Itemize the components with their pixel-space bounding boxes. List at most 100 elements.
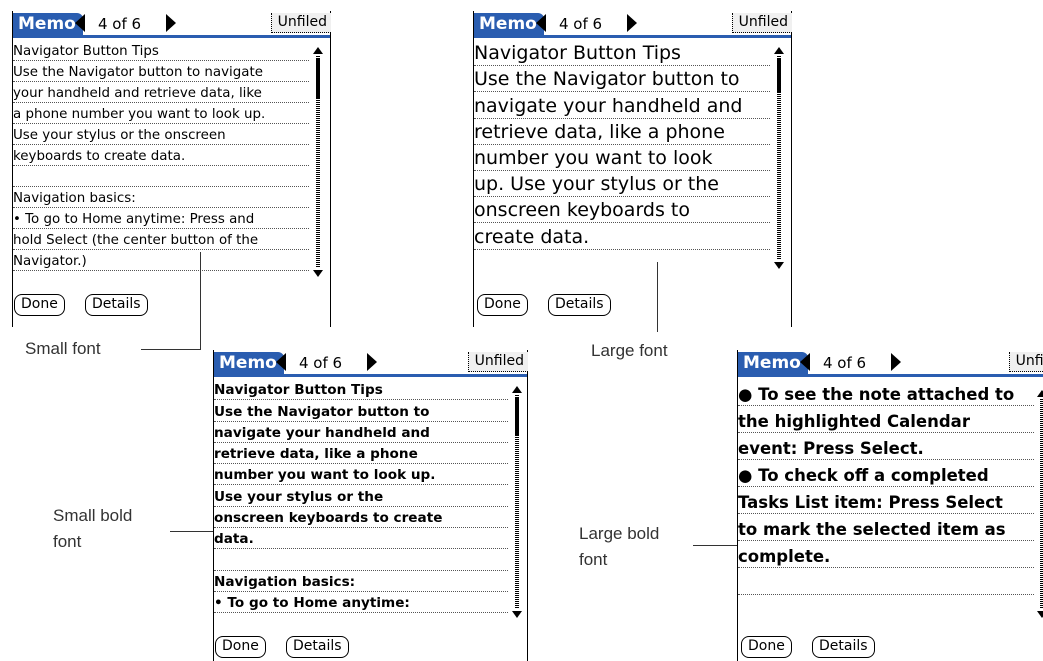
next-memo-arrow-icon[interactable] xyxy=(166,14,176,32)
memo-text: hold Select (the center button of the xyxy=(13,233,259,248)
scrollbar[interactable] xyxy=(1037,390,1043,618)
memo-text: number you want to look up. xyxy=(214,467,436,484)
category-selector[interactable]: Unfiled xyxy=(1008,352,1043,372)
previous-memo-arrow-icon[interactable] xyxy=(800,353,810,371)
memo-text: retrieve data, like a phone xyxy=(214,446,418,463)
details-button[interactable]: Details xyxy=(286,636,349,658)
memo-body[interactable]: ● To see the note attached to the highlig… xyxy=(738,379,1034,595)
callout-small-bold-font-line2: font xyxy=(53,532,82,551)
memo-text: Use the Navigator button to xyxy=(474,68,740,91)
done-button[interactable]: Done xyxy=(477,294,528,316)
details-button[interactable]: Details xyxy=(85,294,148,316)
memo-body[interactable]: Navigator Button Tips Use the Navigator b… xyxy=(13,40,309,271)
title-bar: Memo 4 of 6 Unfiled xyxy=(13,11,331,38)
memo-text: Use your stylus or the onscreen xyxy=(13,128,226,143)
memo-text: onscreen keyboards to xyxy=(474,199,691,222)
category-selector[interactable]: Unfiled xyxy=(467,352,528,372)
previous-memo-arrow-icon[interactable] xyxy=(536,14,546,32)
memo-text-line: event: Press Select. xyxy=(738,433,1034,460)
memo-text: Tasks List item: Press Select xyxy=(738,493,1003,512)
memo-body[interactable]: Navigator Button Tips Use the Navigator b… xyxy=(474,40,770,250)
memo-text: Use the Navigator button to navigate xyxy=(13,65,263,80)
title-bar: Memo 4 of 6 Unfiled xyxy=(474,11,792,38)
done-button[interactable]: Done xyxy=(14,294,65,316)
scroll-thumb[interactable] xyxy=(316,59,320,99)
memo-text: • To go to Home anytime: xyxy=(214,595,410,612)
memo-text-line: Use the Navigator button to xyxy=(474,66,770,93)
memo-text-line: Use your stylus or the onscreen xyxy=(13,124,309,145)
memo-text-line: navigate your handheld and xyxy=(214,422,508,443)
scroll-up-arrow-icon[interactable] xyxy=(774,47,784,54)
leader-line xyxy=(141,349,201,350)
leader-line xyxy=(657,262,658,332)
memo-text: Use your stylus or the xyxy=(214,488,384,505)
scrollbar[interactable] xyxy=(774,47,784,269)
memo-text: Navigator Button Tips xyxy=(214,382,383,399)
scroll-up-arrow-icon[interactable] xyxy=(512,386,522,393)
memo-text-line: Navigation basics: xyxy=(13,187,309,208)
memo-text: keyboards to create data. xyxy=(13,149,186,164)
memo-screen-large-font: Memo 4 of 6 Unfiled Navigator Button Tip… xyxy=(473,11,792,327)
memo-text: Navigation basics: xyxy=(13,191,136,206)
memo-text-line: to mark the selected item as xyxy=(738,514,1034,541)
memo-text-line xyxy=(738,568,1034,595)
category-selector[interactable]: Unfiled xyxy=(731,13,792,33)
memo-text: the highlighted Calendar xyxy=(738,412,970,431)
memo-text: navigate your handheld and xyxy=(474,94,743,117)
memo-text: up. Use your stylus or the xyxy=(474,173,719,196)
done-button[interactable]: Done xyxy=(215,636,266,658)
memo-text-line: retrieve data, like a phone xyxy=(474,119,770,145)
scroll-thumb[interactable] xyxy=(777,59,781,93)
memo-text-line: complete. xyxy=(738,541,1034,568)
memo-text-line: keyboards to create data. xyxy=(13,145,309,166)
memo-app-tab[interactable]: Memo xyxy=(474,13,544,35)
memo-text-line: Navigator.) xyxy=(13,250,309,271)
memo-counter: 4 of 6 xyxy=(98,15,142,33)
memo-text-line xyxy=(214,549,508,571)
scroll-down-arrow-icon[interactable] xyxy=(512,611,522,618)
memo-screen-large-bold-font: Memo 4 of 6 Unfiled ● To see the note at… xyxy=(737,350,1043,661)
memo-text: a phone number you want to look up. xyxy=(13,107,266,122)
memo-text: Navigator Button Tips xyxy=(474,42,681,65)
done-button[interactable]: Done xyxy=(741,636,792,658)
title-rule xyxy=(13,35,330,38)
callout-large-bold-font-line1: Large bold xyxy=(579,524,660,543)
next-memo-arrow-icon[interactable] xyxy=(627,14,637,32)
memo-text: create data. xyxy=(474,225,590,248)
title-rule xyxy=(738,374,1043,377)
memo-text: retrieve data, like a phone xyxy=(474,120,725,143)
memo-text-line: Navigator Button Tips xyxy=(13,40,309,61)
memo-text-line: Use the Navigator button to xyxy=(214,400,508,422)
memo-text: Navigator.) xyxy=(13,254,87,269)
previous-memo-arrow-icon[interactable] xyxy=(75,14,85,32)
scroll-down-arrow-icon[interactable] xyxy=(774,262,784,269)
memo-text-line: • To go to Home anytime: xyxy=(214,592,508,614)
memo-text: Navigator Button Tips xyxy=(13,44,159,59)
scroll-thumb[interactable] xyxy=(515,398,519,436)
category-selector[interactable]: Unfiled xyxy=(270,13,331,33)
memo-text: event: Press Select. xyxy=(738,439,924,458)
memo-body[interactable]: Navigator Button Tips Use the Navigator b… xyxy=(214,379,508,614)
memo-app-tab[interactable]: Memo xyxy=(214,352,284,374)
scroll-up-arrow-icon[interactable] xyxy=(1037,390,1043,397)
previous-memo-arrow-icon[interactable] xyxy=(276,353,286,371)
memo-text-line: ● To check off a completed xyxy=(738,460,1034,487)
next-memo-arrow-icon[interactable] xyxy=(891,353,901,371)
scroll-down-arrow-icon[interactable] xyxy=(313,270,323,277)
memo-app-tab[interactable]: Memo xyxy=(13,13,83,35)
memo-text: your handheld and retrieve data, like xyxy=(13,86,262,101)
scroll-up-arrow-icon[interactable] xyxy=(313,47,323,54)
leader-line xyxy=(693,545,737,546)
memo-text-line: create data. xyxy=(474,223,770,250)
scroll-down-arrow-icon[interactable] xyxy=(1037,611,1043,618)
callout-large-bold-font-line2: font xyxy=(579,550,608,569)
scrollbar[interactable] xyxy=(313,47,323,277)
title-rule xyxy=(474,35,791,38)
next-memo-arrow-icon[interactable] xyxy=(367,353,377,371)
details-button[interactable]: Details xyxy=(548,294,611,316)
memo-app-tab[interactable]: Memo xyxy=(738,352,808,374)
scrollbar[interactable] xyxy=(512,386,522,618)
details-button[interactable]: Details xyxy=(812,636,875,658)
memo-text: complete. xyxy=(738,547,831,566)
memo-text-line: hold Select (the center button of the xyxy=(13,229,309,250)
